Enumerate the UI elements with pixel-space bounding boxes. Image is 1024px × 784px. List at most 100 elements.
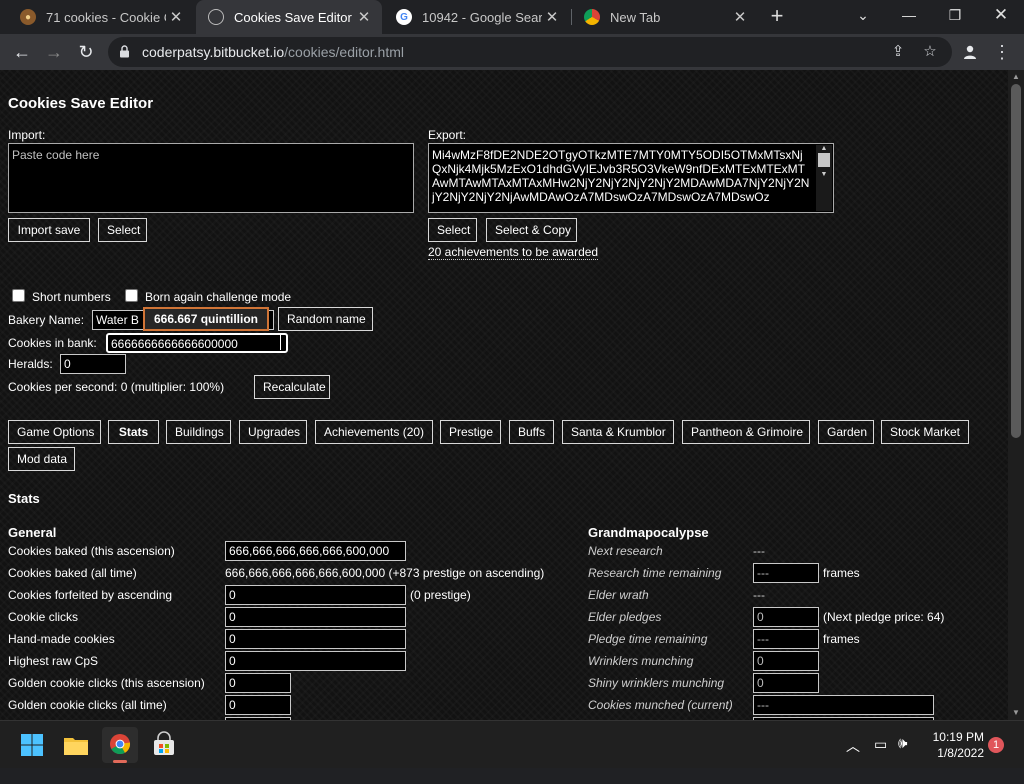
gm-label: Shiny wrinklers munching: [588, 676, 725, 690]
gm-input[interactable]: ---: [753, 695, 934, 715]
browser-toolbar: ← → ↻ coderpatsy.bitbucket.io/cookies/ed…: [0, 34, 1024, 70]
gm-label: Elder pledges: [588, 610, 662, 624]
tab-google-search[interactable]: G 10942 - Google Search ✕: [384, 0, 570, 34]
store-icon[interactable]: [146, 727, 182, 763]
export-scrollbar[interactable]: ▲ ▼: [816, 145, 832, 211]
export-textarea[interactable]: Mi4wMzF8fDE2NDE2OTgyOTkzMTE7MTY0MTY5ODI5…: [428, 143, 834, 213]
gm-input[interactable]: ---: [753, 563, 819, 583]
page-scrollbar[interactable]: ▲ ▼: [1008, 70, 1024, 720]
import-textarea[interactable]: Paste code here: [8, 143, 414, 213]
achievements-note[interactable]: 20 achievements to be awarded: [428, 245, 599, 260]
profile-icon[interactable]: [956, 38, 984, 66]
browser-tab-strip: ● 71 cookies - Cookie Cli ✕ Cookies Save…: [0, 0, 1024, 34]
tab-game-options[interactable]: Game Options: [8, 420, 101, 444]
gm-label: Elder wrath: [588, 588, 649, 602]
chrome-taskbar-icon[interactable]: [102, 727, 138, 763]
stat-input[interactable]: 0: [225, 673, 291, 693]
scroll-down-icon[interactable]: ▼: [1008, 706, 1024, 720]
notification-badge[interactable]: 1: [988, 737, 1004, 753]
bookmark-star-icon[interactable]: ☆: [920, 42, 940, 62]
tab-prestige[interactable]: Prestige: [440, 420, 501, 444]
stats-heading: Stats: [8, 491, 40, 506]
tab-upgrades[interactable]: Upgrades: [239, 420, 307, 444]
minimize-button[interactable]: —: [886, 0, 932, 30]
tab-cookie-clicker[interactable]: ● 71 cookies - Cookie Cli ✕: [8, 0, 194, 34]
gm-value: ---: [753, 544, 765, 558]
scroll-up-icon[interactable]: ▲: [816, 145, 832, 152]
tab-achievements[interactable]: Achievements (20): [315, 420, 433, 444]
export-select-button[interactable]: Select: [428, 218, 477, 242]
gm-label: Pledge time remaining: [588, 632, 708, 646]
tray-chevron-icon[interactable]: ︿: [846, 736, 860, 784]
tab-buffs[interactable]: Buffs: [509, 420, 554, 444]
select-copy-button[interactable]: Select & Copy: [486, 218, 577, 242]
reload-icon[interactable]: ↻: [72, 38, 100, 66]
network-icon[interactable]: ▭: [874, 736, 887, 784]
tab-cookies-save-editor[interactable]: Cookies Save Editor ✕: [196, 0, 382, 34]
tab-buildings[interactable]: Buildings: [166, 420, 231, 444]
menu-kebab-icon[interactable]: ⋮: [988, 38, 1016, 66]
stat-input[interactable]: 0: [225, 695, 291, 715]
number-tooltip: 666.667 quintillion: [143, 307, 269, 331]
gm-input[interactable]: ---: [753, 629, 819, 649]
tab-santa-krumblor[interactable]: Santa & Krumblor: [562, 420, 674, 444]
stat-note: (0 prestige): [410, 588, 471, 602]
windows-start-icon[interactable]: [14, 727, 50, 763]
chrome-icon: [584, 9, 600, 25]
tab-mod-data[interactable]: Mod data: [8, 447, 75, 471]
import-select-button[interactable]: Select: [98, 218, 147, 242]
import-save-button[interactable]: Import save: [8, 218, 90, 242]
stat-label: Golden cookie clicks (all time): [8, 698, 167, 712]
stat-input[interactable]: 0: [225, 629, 406, 649]
restore-button[interactable]: ❐: [932, 0, 978, 30]
clock[interactable]: 10:19 PM 1/8/2022: [930, 729, 984, 777]
gm-input[interactable]: 0: [753, 607, 819, 627]
new-tab-button[interactable]: +: [764, 4, 790, 30]
stat-label: Cookies forfeited by ascending: [8, 588, 173, 602]
tab-title: 10942 - Google Search: [422, 9, 542, 25]
tab-pantheon-grimoire[interactable]: Pantheon & Grimoire: [682, 420, 810, 444]
stat-value: 666,666,666,666,666,600,000 (+873 presti…: [225, 566, 545, 580]
back-arrow-icon[interactable]: ←: [8, 38, 36, 66]
gm-input[interactable]: 0: [753, 673, 819, 693]
scroll-up-icon[interactable]: ▲: [1008, 70, 1024, 84]
share-icon[interactable]: ⇪: [888, 42, 908, 62]
tab-search-chevron-icon[interactable]: ⌄: [840, 0, 886, 30]
tab-garden[interactable]: Garden: [818, 420, 874, 444]
born-again-checkbox[interactable]: [125, 289, 138, 302]
scroll-down-icon[interactable]: ▼: [816, 171, 832, 178]
volume-icon[interactable]: 🕪: [898, 735, 907, 783]
tab-stock-market[interactable]: Stock Market: [881, 420, 969, 444]
recalculate-button[interactable]: Recalculate: [254, 375, 330, 399]
close-icon[interactable]: ✕: [730, 8, 750, 26]
forward-arrow-icon[interactable]: →: [40, 38, 68, 66]
tab-stats[interactable]: Stats: [108, 420, 159, 444]
file-explorer-icon[interactable]: [58, 727, 94, 763]
stat-input[interactable]: 0: [225, 585, 406, 605]
text-cursor: [280, 334, 281, 350]
cps-text: Cookies per second: 0 (multiplier: 100%): [8, 380, 225, 394]
page-scroll-thumb[interactable]: [1011, 84, 1021, 438]
stat-input[interactable]: 0: [225, 651, 406, 671]
cookies-bank-input[interactable]: 6666666666666600000: [106, 333, 288, 353]
close-window-button[interactable]: ✕: [978, 0, 1024, 30]
active-app-indicator: [113, 760, 127, 763]
heralds-input[interactable]: 0: [60, 354, 126, 374]
gm-note: frames: [823, 632, 860, 646]
gm-input[interactable]: 0: [753, 651, 819, 671]
short-numbers-checkbox[interactable]: [12, 289, 25, 302]
tab-title: New Tab: [610, 9, 661, 25]
gm-label: Wrinklers munching: [588, 654, 694, 668]
born-again-label: Born again challenge mode: [145, 290, 292, 304]
stat-input[interactable]: 0: [225, 607, 406, 627]
close-icon[interactable]: ✕: [166, 8, 186, 26]
close-icon[interactable]: ✕: [354, 8, 374, 26]
cookies-bank-label: Cookies in bank:: [8, 336, 97, 350]
random-name-button[interactable]: Random name: [278, 307, 373, 331]
address-bar[interactable]: coderpatsy.bitbucket.io/cookies/editor.h…: [108, 37, 952, 67]
stat-input[interactable]: 666,666,666,666,666,600,000: [225, 541, 406, 561]
close-icon[interactable]: ✕: [542, 8, 562, 26]
gm-note: frames: [823, 566, 860, 580]
tab-new-tab[interactable]: New Tab ✕: [572, 0, 758, 34]
scroll-thumb[interactable]: [818, 153, 830, 167]
